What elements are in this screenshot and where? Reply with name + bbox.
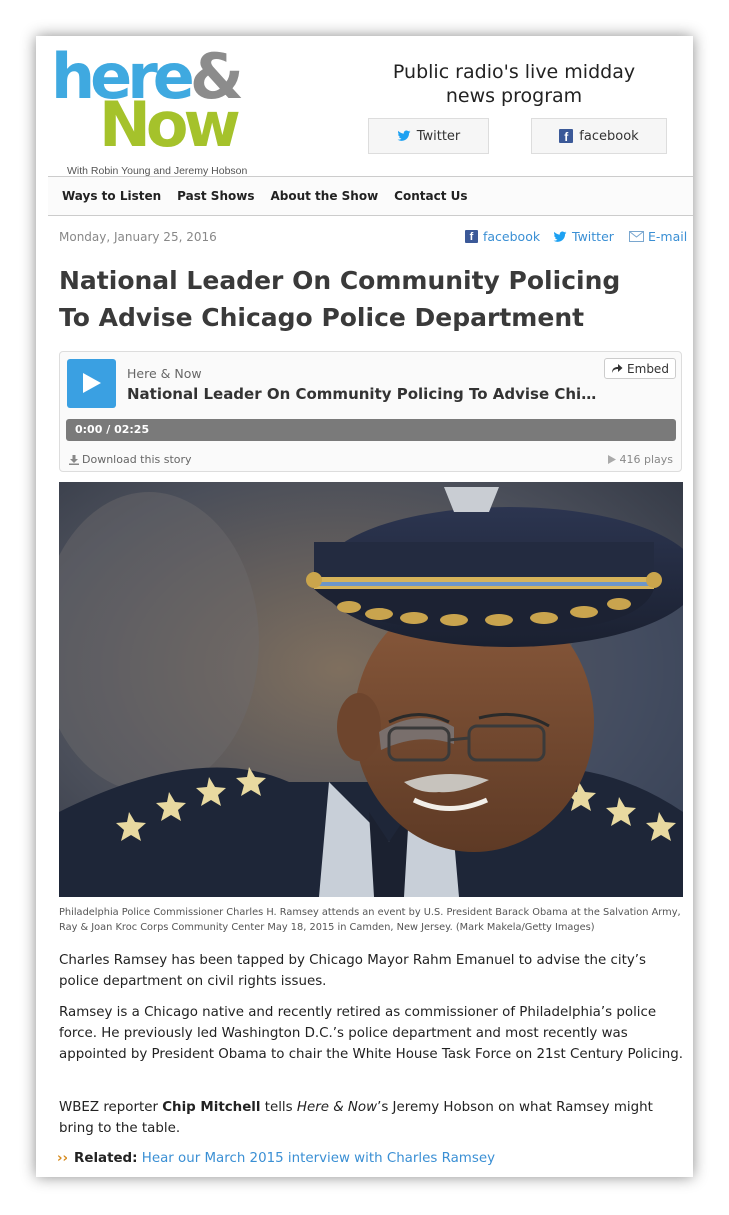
progress-bar[interactable]: 0:00 / 02:25 <box>66 419 676 441</box>
player-show-name: Here & Now <box>127 366 202 381</box>
share-twitter-label: Twitter <box>572 229 614 244</box>
logo-now: Now <box>99 88 241 161</box>
related-label: Related: <box>74 1151 138 1166</box>
share-arrow-icon <box>612 364 623 373</box>
share-email-link[interactable]: E-mail <box>629 229 687 244</box>
time-separator: / <box>106 423 111 436</box>
header-twitter-button[interactable]: Twitter <box>368 118 489 154</box>
photo-caption: Philadelphia Police Commissioner Charles… <box>59 907 681 933</box>
play-button[interactable] <box>67 359 116 408</box>
nav-about-the-show[interactable]: About the Show <box>270 189 378 203</box>
show-name: Here & Now <box>296 1100 378 1115</box>
article-date: Monday, January 25, 2016 <box>59 230 217 244</box>
nav-ways-to-listen[interactable]: Ways to Listen <box>62 189 161 203</box>
time-total: 02:25 <box>114 423 150 436</box>
share-twitter-link[interactable]: Twitter <box>553 229 614 244</box>
related-link[interactable]: Hear our March 2015 interview with Charl… <box>142 1151 495 1166</box>
tagline: Public radio's live midday news program <box>392 61 636 107</box>
article-paragraph: Ramsey is a Chicago native and recently … <box>59 1005 684 1062</box>
header-facebook-button[interactable]: f facebook <box>531 118 667 154</box>
download-label: Download this story <box>82 453 192 466</box>
play-small-icon <box>608 455 617 464</box>
page: here& Now With Robin Young and Jeremy Ho… <box>36 36 693 1177</box>
article-photo <box>59 482 683 897</box>
play-count: 416 plays <box>608 453 673 466</box>
play-icon <box>83 373 101 393</box>
paragraph-text: tells <box>260 1100 297 1115</box>
reporter-name: Chip Mitchell <box>162 1100 261 1115</box>
nav-past-shows[interactable]: Past Shows <box>177 189 254 203</box>
photo-illustration <box>59 482 683 897</box>
share-facebook-label: facebook <box>483 229 541 244</box>
play-count-label: 416 plays <box>619 453 673 466</box>
download-icon <box>69 454 79 465</box>
embed-label: Embed <box>627 361 669 376</box>
time-current: 0:00 <box>75 423 103 436</box>
here-and-now-logo[interactable]: here& Now With Robin Young and Jeremy Ho… <box>51 46 281 186</box>
nav-contact-us[interactable]: Contact Us <box>394 189 467 203</box>
header-twitter-label: Twitter <box>416 128 461 144</box>
time-display: 0:00 / 02:25 <box>75 423 149 436</box>
header-facebook-label: facebook <box>579 128 639 144</box>
twitter-icon <box>553 230 567 242</box>
share-facebook-link[interactable]: f facebook <box>465 229 540 244</box>
article-paragraph: WBEZ reporter Chip Mitchell tells Here &… <box>59 1097 689 1139</box>
audio-player: Here & Now National Leader On Community … <box>59 351 682 472</box>
envelope-icon <box>629 231 644 242</box>
download-link[interactable]: Download this story <box>69 453 192 466</box>
embed-button[interactable]: Embed <box>604 358 676 379</box>
paragraph-text: WBEZ reporter <box>59 1100 163 1115</box>
article-paragraph: Charles Ramsey has been tapped by Chicag… <box>59 953 647 989</box>
related-arrow-icon: ›› <box>57 1151 69 1166</box>
facebook-icon: f <box>465 230 478 243</box>
article-headline: National Leader On Community Policing To… <box>59 266 621 332</box>
share-email-label: E-mail <box>648 229 688 244</box>
twitter-icon <box>397 130 411 141</box>
facebook-icon: f <box>559 129 574 144</box>
player-story-title: National Leader On Community Policing To… <box>127 385 602 403</box>
main-nav: Ways to Listen Past Shows About the Show… <box>48 176 693 216</box>
related-link-row: ›› Related: Hear our March 2015 interview… <box>57 1148 495 1169</box>
